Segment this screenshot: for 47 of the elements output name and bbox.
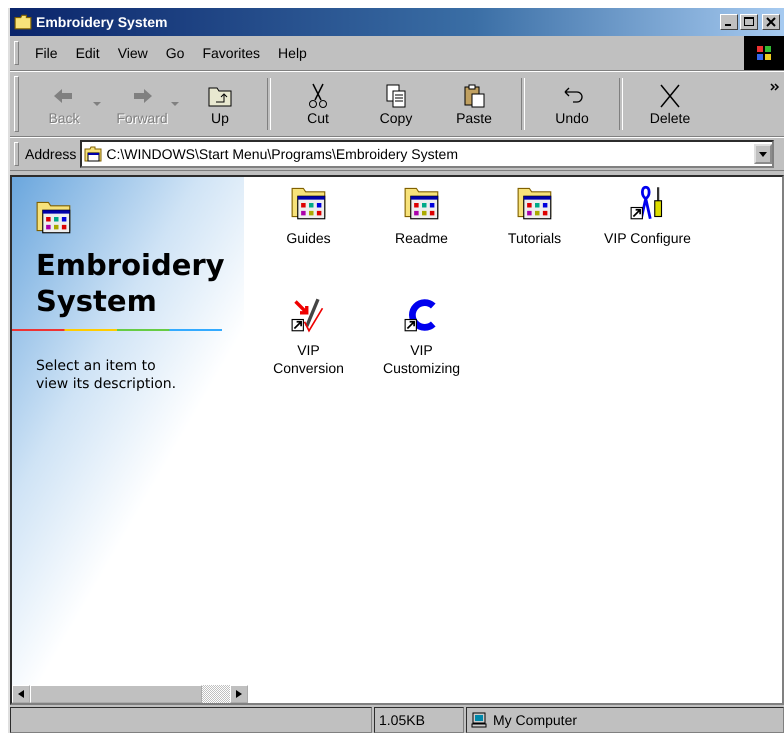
program-folder-icon [290, 185, 326, 221]
address-label: Address [25, 146, 76, 162]
program-folder-icon [516, 185, 552, 221]
toolbar-button[interactable]: Up [181, 74, 259, 134]
folder-shortcut-item[interactable]: Guides [252, 185, 365, 297]
scroll-left-button[interactable] [12, 685, 30, 703]
toolbar-button[interactable]: Paste [435, 74, 513, 134]
menu-item[interactable]: View [110, 43, 156, 63]
description-text: Select an item to view its description. [36, 357, 178, 393]
folder-shortcut-item[interactable]: VIP Configure [591, 185, 704, 297]
windows-logo-icon [744, 36, 784, 70]
scroll-right-button[interactable] [230, 685, 248, 703]
right-triangle-icon [236, 690, 242, 698]
minimize-icon [725, 24, 731, 26]
toolbar-button[interactable]: Copy [357, 74, 435, 134]
maximize-button[interactable] [740, 14, 758, 30]
folder-shortcut-item[interactable]: VIP Customizing [365, 297, 478, 409]
menu-item[interactable]: Help [270, 43, 315, 63]
toolbar-button[interactable]: Cut [279, 74, 357, 134]
horizontal-scrollbar[interactable] [12, 685, 248, 703]
folder-title: Embroidery System [36, 247, 226, 319]
size-status: 1.05KB [374, 707, 464, 733]
folder-shortcut-item[interactable]: Readme [365, 185, 478, 297]
program-folder-icon [404, 185, 440, 221]
left-triangle-icon [18, 690, 24, 698]
menu-item[interactable]: Favorites [194, 43, 268, 63]
close-button[interactable] [762, 14, 780, 30]
dropdown-arrow-icon [759, 152, 767, 156]
toolbar-button[interactable]: Delete [631, 74, 709, 134]
menu-item[interactable]: Go [158, 43, 192, 63]
dropdown-button[interactable] [754, 144, 772, 164]
minimize-button[interactable] [720, 14, 738, 30]
toolbar-button[interactable]: Undo [533, 74, 611, 134]
window-title: Embroidery System [36, 14, 168, 30]
maximize-icon [744, 17, 754, 27]
folder-shortcut-item[interactable]: Tutorials [478, 185, 591, 297]
folder-icon [84, 146, 102, 162]
close-icon [766, 17, 776, 27]
menu-item[interactable]: File [27, 43, 66, 63]
folder-icon [14, 14, 32, 30]
zone-status: My Computer [493, 712, 578, 728]
program-folder-icon [36, 199, 72, 235]
address-field[interactable]: C:\WINDOWS\Start Menu\Programs\Embroidery System [80, 140, 774, 168]
scrollbar-thumb[interactable] [30, 685, 202, 703]
computer-icon [471, 712, 487, 728]
folder-shortcut-item[interactable]: VIP Conversion [252, 297, 365, 409]
menu-item[interactable]: Edit [68, 43, 108, 63]
